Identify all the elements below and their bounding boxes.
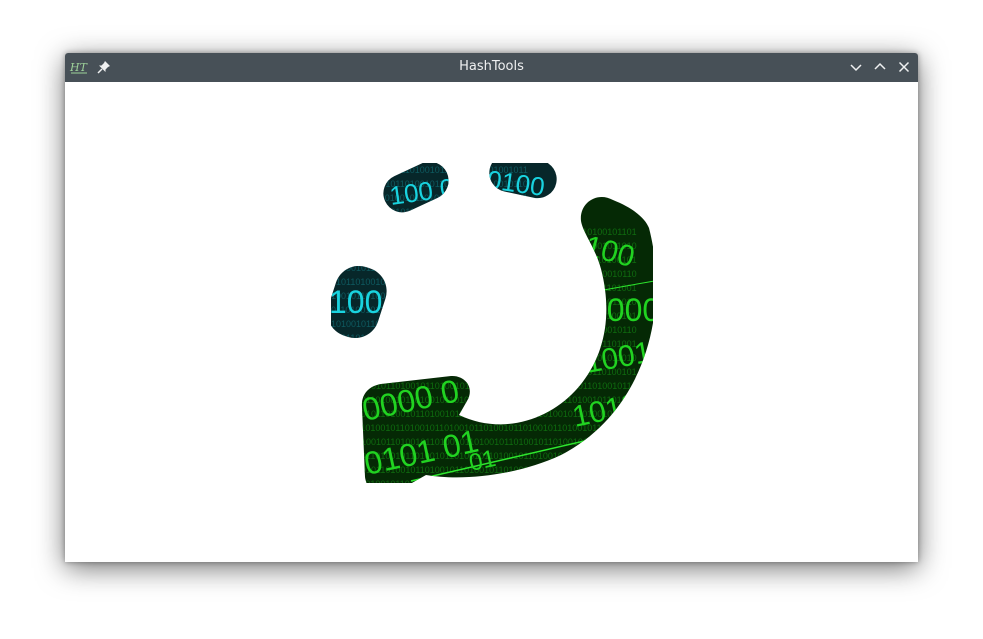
chevron-down-icon[interactable] — [847, 58, 865, 76]
svg-text:101001011010010110100101101001: 1010010110100101101001011010010110100101… — [351, 325, 637, 335]
content-area: 0101100101001011010010110100101101001011… — [65, 82, 918, 562]
svg-text:101001011010010110100101101001: 1010010110100101101001011010010110100101 — [331, 319, 529, 329]
app-window: HT HashTools 010110010100101101001011010… — [65, 53, 918, 562]
svg-text:0000: 0000 — [589, 292, 653, 328]
svg-text:010110100101101001011010010110: 0101101001011010010110100101101001011010 — [331, 221, 528, 231]
svg-text:101001011010010110100101101001: 1010010110100101101001011010010110100101 — [331, 207, 529, 217]
svg-text:100: 100 — [331, 284, 382, 320]
hashtools-loading-arrow-logo: 0101100101001011010010110100101101001011… — [331, 163, 653, 483]
title-bar[interactable]: HT HashTools — [65, 53, 918, 82]
svg-text:011010010110100101101001011010: 0110100101101001011010010110100101101001… — [351, 311, 637, 321]
svg-text:101001011010010110100101101001: 1010010110100101101001011010010110100101… — [351, 269, 637, 279]
svg-text:010110100101101001011010010110: 0101101001011010010110100101101001011010… — [351, 339, 637, 349]
svg-text:011010010110100101101001011010: 0110100101101001011010010110100101101001… — [351, 255, 637, 265]
svg-text:100101101001011010010110100101: 1001011010010110100101101001011010010110… — [351, 353, 637, 363]
chevron-up-icon[interactable] — [871, 58, 889, 76]
svg-text:101001011010010110100101101001: 1010010110100101101001011010010110100101 — [331, 263, 529, 273]
svg-text:010110100101101001011010010110: 0101101001011010010110100101101001011010 — [331, 333, 528, 343]
close-icon[interactable] — [895, 58, 913, 76]
svg-text:100101101001011010010110100101: 1001011010010110100101101001011010010110 — [331, 235, 528, 245]
svg-text:011010010110100101101001011010: 0110100101101001011010010110100101101001 — [331, 249, 528, 259]
svg-text:100101101001011010010110100101: 1001011010010110100101101001011010010110… — [351, 297, 637, 307]
window-title: HashTools — [459, 59, 524, 74]
svg-text:1001: 1001 — [582, 336, 653, 380]
svg-text:011010010110100101101001011010: 0110100101101001011010010110100101101001… — [351, 479, 637, 483]
svg-text:01: 01 — [467, 445, 499, 477]
svg-text:010110100101101001011010010110: 0101101001011010010110100101101001011010… — [351, 283, 637, 293]
